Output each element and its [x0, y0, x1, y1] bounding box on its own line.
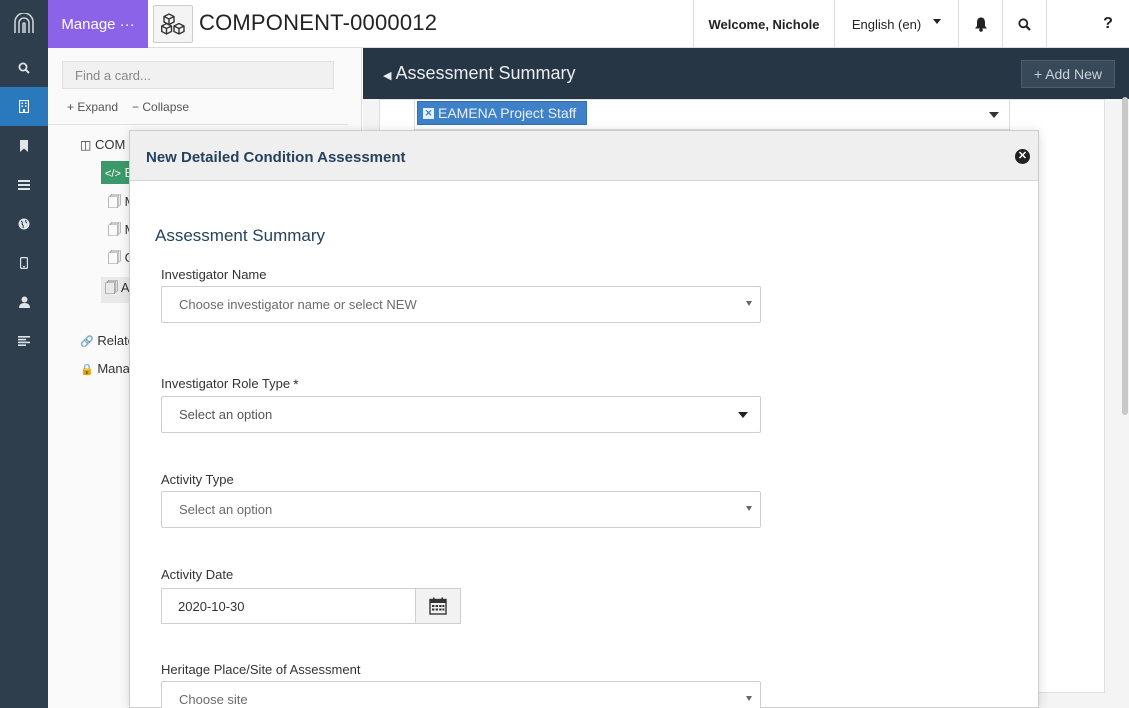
language-selector[interactable]: English (en)	[834, 0, 958, 48]
rail-menu-button[interactable]	[0, 321, 48, 360]
manage-menu-button[interactable]: Manage ···	[48, 0, 148, 48]
left-icon-rail	[0, 0, 48, 708]
align-left-icon	[18, 335, 30, 346]
investigator-name-label: Investigator Name	[161, 267, 267, 282]
calendar-icon	[429, 597, 447, 615]
activity-date-input[interactable]: 2020-10-30	[161, 588, 416, 624]
tree-node-related[interactable]: 🔗 Relate	[80, 333, 135, 348]
globe-icon	[18, 218, 30, 229]
role-type-label-text: Investigator Role Type	[161, 376, 291, 391]
tree-divider	[48, 124, 348, 125]
search-icon	[18, 62, 30, 74]
cubes-icon	[161, 13, 185, 35]
arches-logo-icon[interactable]	[0, 0, 48, 48]
file-icon: 🗍	[108, 222, 121, 237]
caret-down-icon[interactable]	[989, 112, 999, 118]
heritage-site-select[interactable]: Choose site	[161, 681, 761, 708]
caret-down-icon	[933, 18, 942, 24]
activity-type-label: Activity Type	[161, 472, 234, 487]
caret-down-icon	[746, 301, 752, 306]
rail-bookmark-button[interactable]	[0, 126, 48, 165]
building-icon	[19, 100, 29, 113]
scrollbar[interactable]	[1122, 97, 1128, 415]
file-icon: 🗍	[105, 280, 118, 295]
collapse-all-link[interactable]: − Collapse	[132, 100, 189, 114]
heritage-site-label: Heritage Place/Site of Assessment	[161, 662, 361, 677]
role-type-placeholder: Select an option	[179, 407, 273, 422]
add-new-label: Add New	[1045, 66, 1102, 82]
code-icon: </>	[105, 168, 121, 180]
rail-search-button[interactable]	[0, 48, 48, 87]
section-title: Assessment Summary	[155, 226, 326, 245]
chip-label: EAMENA Project Staff	[438, 105, 577, 121]
caret-down-icon	[746, 696, 752, 701]
investigator-name-select[interactable]: Choose investigator name or select NEW	[161, 286, 761, 323]
bookmark-icon	[20, 139, 28, 152]
find-card-input[interactable]: Find a card...	[62, 61, 334, 89]
close-icon[interactable]: ✕	[1015, 149, 1030, 164]
rail-list-button[interactable]	[0, 165, 48, 204]
link-icon: 🔗	[80, 336, 94, 348]
resource-type-icon	[153, 5, 193, 43]
investigator-name-placeholder: Choose investigator name or select NEW	[179, 297, 417, 312]
required-asterisk: *	[293, 376, 299, 392]
rail-resource-button[interactable]	[0, 87, 48, 126]
caret-down-icon	[738, 412, 748, 418]
lock-icon: 🔒	[80, 364, 94, 376]
top-bar: Manage ··· COMPONENT-0000012 Welcome, Ni…	[48, 0, 1129, 48]
search-icon	[1018, 17, 1031, 31]
activity-type-placeholder: Select an option	[179, 502, 273, 517]
rail-mobile-button[interactable]	[0, 243, 48, 282]
staff-multiselect[interactable]: ✕ EAMENA Project Staff	[414, 100, 1010, 130]
activity-type-select[interactable]: Select an option	[161, 491, 761, 528]
plus-icon: +	[1034, 66, 1043, 82]
heritage-site-placeholder: Choose site	[179, 692, 248, 707]
rail-map-button[interactable]	[0, 204, 48, 243]
editor-header: ◀ Assessment Summary + Add New	[363, 48, 1129, 99]
welcome-user-link[interactable]: Welcome, Nichole	[693, 0, 834, 48]
calendar-button[interactable]	[415, 588, 461, 624]
tree-node-label: COM	[94, 137, 126, 152]
file-icon: 🗍	[108, 250, 121, 265]
language-label: English (en)	[851, 16, 922, 32]
cubes-icon: ◫	[80, 138, 92, 152]
role-type-label: Investigator Role Type *	[161, 376, 299, 392]
modal-header: New Detailed Condition Assessment ✕	[130, 131, 1038, 181]
user-icon	[18, 296, 30, 308]
editor-header-title[interactable]: ◀ Assessment Summary	[383, 63, 576, 84]
list-icon	[18, 179, 30, 190]
role-type-select[interactable]: Select an option	[161, 396, 761, 433]
add-new-button[interactable]: + Add New	[1021, 60, 1115, 88]
top-search-button[interactable]	[1002, 0, 1046, 48]
caret-down-icon	[746, 506, 752, 511]
resource-title: COMPONENT-0000012	[199, 10, 438, 35]
tree-node-root[interactable]: ◫ COM	[80, 137, 125, 152]
bell-icon	[974, 17, 987, 32]
modal-title: New Detailed Condition Assessment	[146, 149, 406, 166]
rail-profile-button[interactable]	[0, 282, 48, 321]
selected-chip: ✕ EAMENA Project Staff	[417, 101, 588, 125]
new-assessment-modal: New Detailed Condition Assessment ✕ Asse…	[129, 130, 1039, 708]
tree-expand-collapse: + Expand − Collapse	[67, 100, 203, 114]
editor-header-label: Assessment Summary	[395, 63, 576, 83]
expand-all-link[interactable]: + Expand	[67, 100, 118, 114]
notifications-button[interactable]	[958, 0, 1002, 48]
mobile-icon	[20, 256, 28, 269]
caret-left-icon: ◀	[383, 70, 392, 82]
file-icon: 🗍	[108, 194, 121, 209]
help-button[interactable]: ?	[1046, 0, 1129, 48]
remove-chip-icon[interactable]: ✕	[423, 108, 434, 119]
activity-date-label: Activity Date	[161, 567, 234, 582]
